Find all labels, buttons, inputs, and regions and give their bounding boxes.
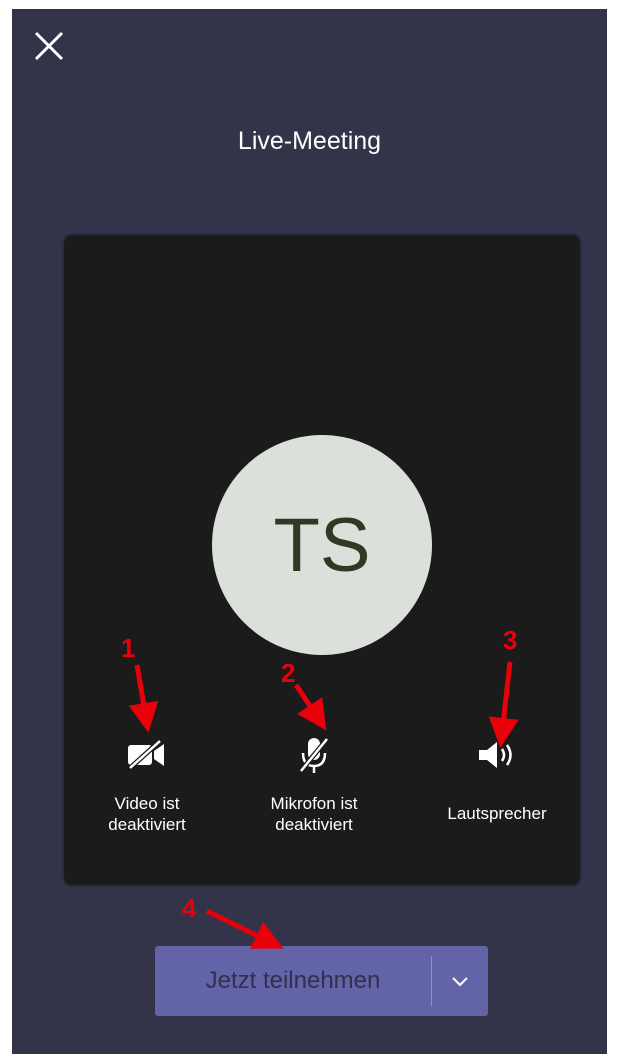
annotation-label-3: 3 bbox=[503, 625, 518, 655]
annotation-label-4: 4 bbox=[182, 893, 197, 923]
annotation-arrow-3 bbox=[488, 661, 519, 748]
annotation-arrow-1 bbox=[128, 664, 159, 733]
annotation-label-1: 1 bbox=[121, 633, 136, 663]
annotation-label-2: 2 bbox=[281, 658, 296, 688]
annotation-arrow-2 bbox=[293, 683, 327, 731]
annotation-arrow-4 bbox=[205, 908, 284, 949]
annotation-arrows bbox=[128, 661, 519, 949]
